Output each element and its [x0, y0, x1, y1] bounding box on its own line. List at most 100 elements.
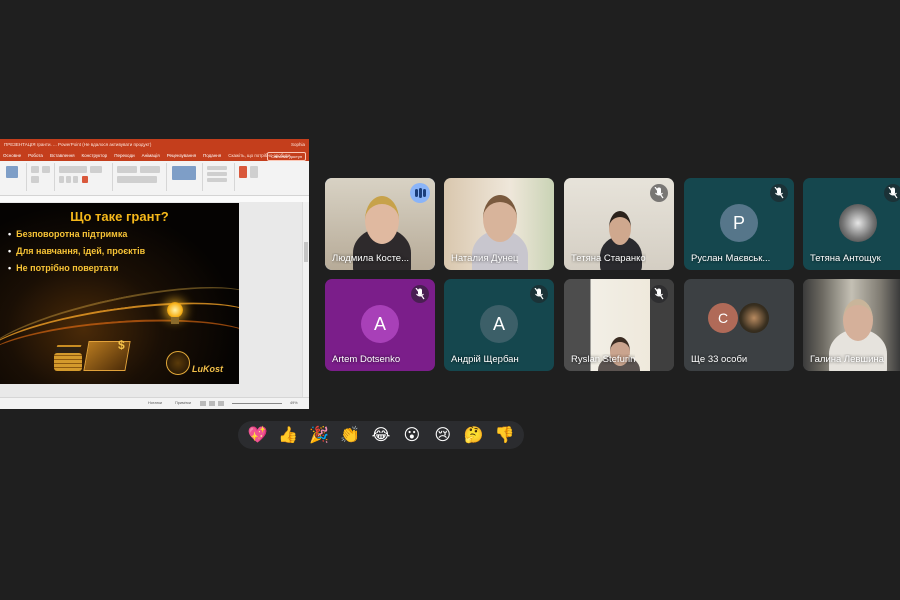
- ppt-menu-item[interactable]: Конструктор: [82, 150, 108, 161]
- avatar-photo: [739, 303, 769, 333]
- reaction-party-button[interactable]: 🎉: [308, 424, 330, 446]
- ribbon-group-voice: [236, 163, 262, 191]
- select-icon[interactable]: [207, 178, 227, 182]
- ppt-menu-item[interactable]: Рецензування: [167, 150, 196, 161]
- ppt-menu-item[interactable]: Вставлення: [50, 150, 75, 161]
- reaction-thumbs-down-button[interactable]: 👎: [493, 424, 515, 446]
- ppt-status-bar: Нотатки Примітки 49%: [0, 397, 309, 409]
- ppt-menu-item[interactable]: Анімація: [142, 150, 160, 161]
- participant-tile[interactable]: Тетяна Старанко: [564, 178, 674, 270]
- font-color-icon[interactable]: [82, 176, 88, 183]
- ppt-user: Sophia: [290, 142, 305, 147]
- shared-screen: ПРЕЗЕНТАЦІЯ гранти. ... PowerPoint (Не в…: [0, 139, 309, 409]
- participant-name: Ryslan Stefurin: [571, 354, 636, 365]
- avatar: C: [708, 303, 738, 333]
- slide-bullets: Безповоротна підтримка Для навчання, іде…: [8, 229, 145, 280]
- normal-view-icon[interactable]: [200, 401, 206, 406]
- ppt-title-bar: ПРЕЗЕНТАЦІЯ гранти. ... PowerPoint (Не в…: [0, 139, 309, 150]
- participant-tile[interactable]: Наталия Дунец: [444, 178, 554, 270]
- participant-tile[interactable]: Тетяна Антощук: [803, 178, 900, 270]
- reaction-surprised-button[interactable]: 😮: [401, 424, 423, 446]
- reaction-thumbs-up-button[interactable]: 👍: [277, 424, 299, 446]
- new-slide-icon[interactable]: [31, 166, 39, 173]
- participant-name: Наталия Дунец: [451, 253, 519, 264]
- sorter-view-icon[interactable]: [209, 401, 215, 406]
- ppt-menu-item[interactable]: Переходи: [114, 150, 134, 161]
- reaction-sad-button[interactable]: 😢: [432, 424, 454, 446]
- zoom-slider[interactable]: [232, 403, 282, 404]
- zoom-level[interactable]: 49%: [290, 401, 298, 405]
- ribbon-group-paragraph: [114, 163, 167, 191]
- ppt-menu-item[interactable]: Подання: [203, 150, 221, 161]
- font-size-box[interactable]: [90, 166, 102, 173]
- slide[interactable]: Що таке грант? Безповоротна підтримка Дл…: [0, 203, 239, 384]
- reaction-thinking-button[interactable]: 🤔: [463, 424, 485, 446]
- lightbulb-base-icon: [171, 317, 179, 324]
- find-icon[interactable]: [207, 166, 227, 170]
- slide-bullet: Для навчання, ідей, проєктів: [8, 246, 145, 256]
- replace-icon[interactable]: [207, 172, 227, 176]
- ppt-menu-bar: Основне Робота Вставлення Конструктор Пе…: [0, 150, 309, 161]
- designer-icon[interactable]: [250, 166, 258, 178]
- graduation-cap-icon: [54, 345, 82, 353]
- ppt-vertical-scrollbar[interactable]: [302, 202, 309, 398]
- more-participants-tile[interactable]: C Ще 33 особи: [684, 279, 794, 371]
- mic-off-icon: [650, 285, 668, 303]
- reading-view-icon[interactable]: [218, 401, 224, 406]
- paste-icon[interactable]: [6, 166, 18, 178]
- slide-title: Що таке грант?: [70, 209, 169, 224]
- participant-name: Тетяна Старанко: [571, 253, 646, 264]
- ppt-title: ПРЕЗЕНТАЦІЯ гранти. ... PowerPoint (Не в…: [4, 142, 152, 147]
- underline-icon[interactable]: [73, 176, 78, 183]
- notes-button[interactable]: Нотатки: [148, 401, 162, 405]
- participant-tile[interactable]: Людмила Косте...: [325, 178, 435, 270]
- ribbon-group-editing: [204, 163, 235, 191]
- ppt-share-button[interactable]: Спільний доступ: [267, 152, 306, 161]
- coins-icon: [54, 353, 82, 371]
- dictate-icon[interactable]: [239, 166, 247, 178]
- ppt-menu-item[interactable]: Основне: [3, 150, 21, 161]
- participant-name: Тетяна Антощук: [810, 253, 881, 264]
- participant-tile[interactable]: Р Руслан Маєвськ...: [684, 178, 794, 270]
- ribbon-group-font: [56, 163, 113, 191]
- avatar: A: [361, 305, 399, 343]
- dollar-icon: $: [118, 338, 125, 352]
- participant-tile[interactable]: A Artem Dotsenko: [325, 279, 435, 371]
- reactions-bar: 💖 👍 🎉 👏 😂 😮 😢 🤔 👎: [238, 421, 524, 449]
- avatar-photo: [839, 204, 877, 242]
- ppt-ribbon: [0, 161, 309, 196]
- layout-icon[interactable]: [42, 166, 50, 173]
- avatar: A: [480, 305, 518, 343]
- participant-name: Галина Левшина: [810, 354, 884, 365]
- participant-tile[interactable]: Ryslan Stefurin: [564, 279, 674, 371]
- avatar: Р: [720, 204, 758, 242]
- align-icon[interactable]: [117, 176, 157, 183]
- ribbon-group-drawing: [168, 163, 203, 191]
- participant-tile[interactable]: Галина Левшина: [803, 279, 900, 371]
- reaction-clap-button[interactable]: 👏: [339, 424, 361, 446]
- italic-icon[interactable]: [66, 176, 71, 183]
- reaction-heart-button[interactable]: 💖: [246, 424, 268, 446]
- bullets-icon[interactable]: [117, 166, 137, 173]
- bold-icon[interactable]: [59, 176, 64, 183]
- lukost-logo-name: LuKost: [192, 364, 223, 374]
- speaking-indicator-icon: [410, 183, 430, 203]
- ppt-menu-item[interactable]: Робота: [28, 150, 43, 161]
- mic-off-icon: [884, 184, 900, 202]
- slide-bullet: Безповоротна підтримка: [8, 229, 145, 239]
- lightbulb-icon: [167, 302, 183, 318]
- reaction-laugh-button[interactable]: 😂: [370, 424, 392, 446]
- comments-button[interactable]: Примітки: [175, 401, 191, 405]
- reset-icon[interactable]: [31, 176, 39, 183]
- font-name-box[interactable]: [59, 166, 87, 173]
- mic-off-icon: [530, 285, 548, 303]
- lukost-logo-icon: [166, 351, 190, 375]
- participant-name: Руслан Маєвськ...: [691, 253, 771, 264]
- participant-name: Ще 33 особи: [691, 354, 748, 365]
- numbering-icon[interactable]: [140, 166, 160, 173]
- participant-name: Людмила Косте...: [332, 253, 410, 264]
- participant-tile[interactable]: A Андрій Щербан: [444, 279, 554, 371]
- ribbon-group-slides: [28, 163, 55, 191]
- shapes-icon[interactable]: [172, 166, 196, 180]
- mic-off-icon: [411, 285, 429, 303]
